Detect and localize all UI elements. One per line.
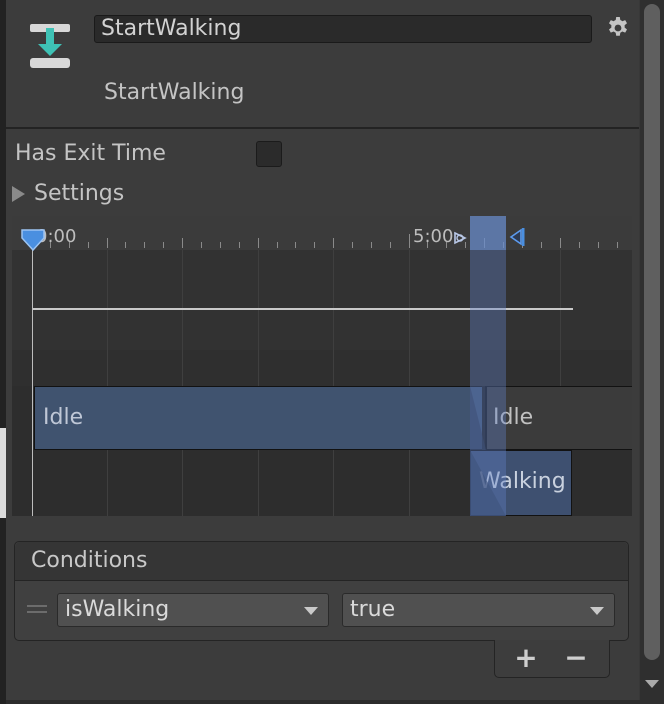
clip-idle-continuation[interactable]: Idle — [486, 386, 632, 450]
has-exit-time-checkbox[interactable] — [256, 141, 282, 167]
add-condition-button[interactable]: + — [511, 640, 541, 676]
exit-time-marker-icon[interactable] — [452, 230, 468, 246]
playhead-marker-icon[interactable] — [20, 228, 46, 252]
chevron-down-icon — [304, 607, 318, 615]
condition-parameter-dropdown[interactable]: isWalking — [57, 593, 329, 627]
clip-idle-source[interactable]: Idle — [34, 386, 486, 450]
timeline-curve-area — [12, 250, 632, 350]
transition-subtitle: StartWalking — [104, 80, 245, 105]
transition-name-field[interactable]: StartWalking — [94, 15, 592, 43]
transition-end-marker-icon[interactable] — [508, 226, 526, 248]
remove-condition-button[interactable]: − — [561, 640, 591, 676]
settings-foldout-arrow-icon[interactable] — [12, 186, 25, 202]
chevron-down-icon — [590, 607, 604, 615]
header-divider — [6, 127, 639, 129]
transition-duration-ruler-highlight — [470, 216, 506, 250]
timeline-track-gap — [12, 350, 632, 386]
has-exit-time-label: Has Exit Time — [15, 141, 166, 166]
condition-value-text: true — [350, 597, 396, 622]
drag-handle-icon[interactable] — [27, 605, 47, 613]
scrollbar-thumb[interactable] — [644, 4, 660, 660]
scroll-down-arrow-icon[interactable] — [645, 680, 659, 688]
conditions-title: Conditions — [31, 548, 148, 573]
condition-parameter-value: isWalking — [65, 597, 170, 622]
gear-icon[interactable] — [606, 16, 630, 40]
transition-timeline[interactable]: 0:00 5:00 Idle Idle Walking — [12, 216, 632, 516]
condition-value-dropdown[interactable]: true — [342, 593, 615, 627]
ruler-label-five: 5:00 — [413, 226, 454, 247]
bottom-edge — [6, 700, 640, 704]
timeline-ruler[interactable] — [12, 216, 632, 250]
transition-download-icon — [30, 24, 70, 68]
playhead-line — [32, 242, 33, 516]
settings-foldout-label[interactable]: Settings — [34, 181, 124, 206]
transition-duration-band[interactable] — [470, 216, 506, 516]
